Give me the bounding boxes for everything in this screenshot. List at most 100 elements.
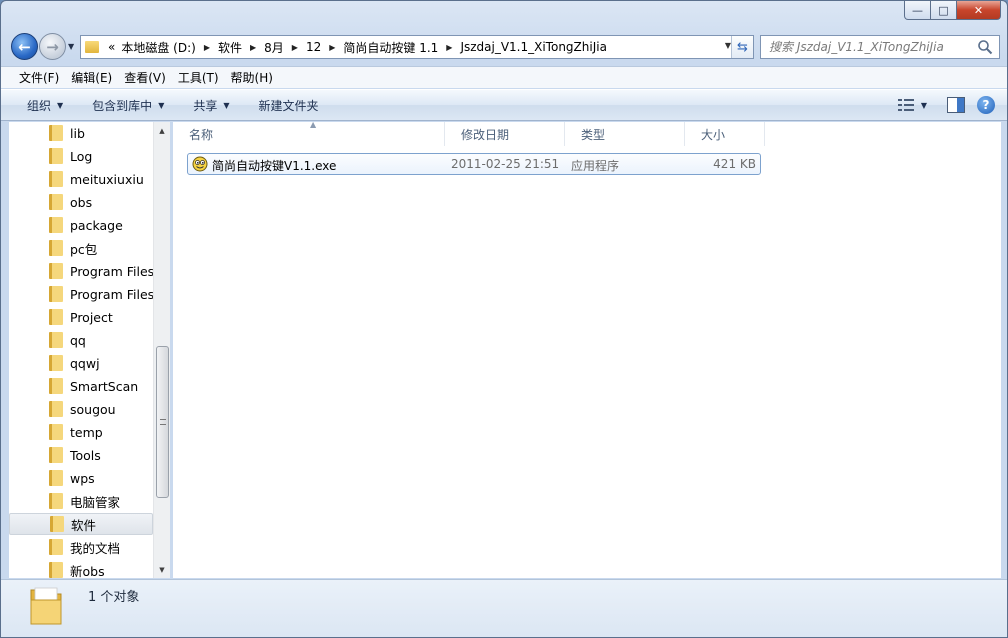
tree-item[interactable]: SmartScan <box>9 375 153 397</box>
organize-button[interactable]: 组织 ▼ <box>18 93 72 117</box>
folder-icon <box>49 217 63 233</box>
preview-pane-icon[interactable] <box>947 97 965 113</box>
folder-icon <box>50 516 64 532</box>
column-header-name[interactable]: 名称 <box>173 122 445 146</box>
breadcrumb-item[interactable]: 12 <box>303 36 324 58</box>
column-header-label: 类型 <box>581 127 606 142</box>
tree-item[interactable]: sougou <box>9 398 153 420</box>
chevron-down-icon: ▼ <box>68 42 75 51</box>
explorer-window: — □ ✕ ← → ▼ « 本地磁盘 (D:) ▶ 软件 ▶ 8月 ▶ 12 ▶… <box>0 0 1008 638</box>
menu-tools[interactable]: 工具(T) <box>172 68 225 88</box>
help-icon[interactable]: ? <box>977 96 995 114</box>
include-in-library-button[interactable]: 包含到库中 ▼ <box>83 93 173 117</box>
tree-item-label: 我的文档 <box>70 540 121 556</box>
tree-item-label: Program Files <box>70 263 155 279</box>
refresh-button[interactable]: ⇆ <box>731 36 753 58</box>
chevron-right-icon[interactable]: ▶ <box>199 43 215 52</box>
breadcrumb-item[interactable]: 本地磁盘 (D:) <box>118 36 198 58</box>
tree-item-label: obs <box>70 194 93 210</box>
breadcrumb-item[interactable]: Jszdaj_V1.1_XiTongZhiJia <box>457 36 609 58</box>
arrow-right-icon: → <box>46 37 59 56</box>
view-options-dropdown[interactable]: ▼ <box>921 101 927 110</box>
menu-help[interactable]: 帮助(H) <box>225 68 279 88</box>
menu-view[interactable]: 查看(V) <box>118 68 172 88</box>
tree-item[interactable]: 新obs <box>9 559 153 578</box>
forward-button[interactable]: → <box>39 33 66 60</box>
tree-item[interactable]: qqwj <box>9 352 153 374</box>
folder-icon <box>49 562 63 578</box>
command-bar: 组织 ▼ 包含到库中 ▼ 共享 ▼ 新建文件夹 ▼ ? <box>1 89 1007 121</box>
tree-item-label: pc包 <box>70 241 98 257</box>
breadcrumb-item[interactable]: 简尚自动按键 1.1 <box>340 36 441 58</box>
tree-item-label: 电脑管家 <box>70 494 121 510</box>
address-row: ← → ▼ « 本地磁盘 (D:) ▶ 软件 ▶ 8月 ▶ 12 ▶ 简尚自动按… <box>9 33 1000 61</box>
include-in-library-label: 包含到库中 <box>92 98 153 113</box>
chevron-right-icon[interactable]: ▶ <box>324 43 340 52</box>
tree-item[interactable]: obs <box>9 191 153 213</box>
column-header-type[interactable]: 类型 <box>565 122 685 146</box>
tree-item-label: SmartScan <box>70 378 139 394</box>
column-header-modified[interactable]: 修改日期 <box>445 122 565 146</box>
scroll-thumb[interactable] <box>156 346 169 498</box>
folder-icon <box>49 493 63 509</box>
folder-icon <box>49 401 63 417</box>
new-folder-button[interactable]: 新建文件夹 <box>250 93 328 117</box>
share-button[interactable]: 共享 ▼ <box>184 93 238 117</box>
folder-icon <box>49 240 63 256</box>
tree-item-label: 新obs <box>70 563 105 579</box>
tree-item-label: Project <box>70 309 113 325</box>
file-list: ▲ 名称 修改日期 类型 大小 简尚自动按键V1.1.exe 2011-02-2… <box>173 120 1001 578</box>
breadcrumb-overflow[interactable]: « <box>105 36 118 58</box>
menu-edit[interactable]: 编辑(E) <box>65 68 118 88</box>
tree-item[interactable]: Project <box>9 306 153 328</box>
tree-item[interactable]: 电脑管家 <box>9 490 153 512</box>
scroll-up-button[interactable]: ▲ <box>154 122 170 139</box>
folder-icon <box>49 355 63 371</box>
tree-item[interactable]: package <box>9 214 153 236</box>
breadcrumb-item[interactable]: 软件 <box>215 36 245 58</box>
tree-item[interactable]: qq <box>9 329 153 351</box>
recent-pages-dropdown[interactable]: ▼ <box>68 42 74 51</box>
tree-item[interactable]: Program Files <box>9 283 154 305</box>
maximize-button[interactable]: □ <box>931 1 957 20</box>
folder-icon <box>49 447 63 463</box>
tree-item[interactable]: Log <box>9 145 153 167</box>
back-button[interactable]: ← <box>11 33 38 60</box>
chevron-right-icon[interactable]: ▶ <box>287 43 303 52</box>
tree-item[interactable]: pc包 <box>9 237 153 259</box>
close-button[interactable]: ✕ <box>957 1 1001 20</box>
tree-item[interactable]: wps <box>9 467 153 489</box>
search-input[interactable] <box>769 40 979 54</box>
nav-scrollbar[interactable]: ▲ ▼ <box>153 122 170 578</box>
scroll-down-button[interactable]: ▼ <box>154 561 170 578</box>
menu-bar: 文件(F) 编辑(E) 查看(V) 工具(T) 帮助(H) <box>1 66 1007 88</box>
minimize-button[interactable]: — <box>904 1 931 20</box>
table-row[interactable]: 简尚自动按键V1.1.exe 2011-02-25 21:51 应用程序 421… <box>187 153 761 175</box>
menu-file[interactable]: 文件(F) <box>13 68 65 88</box>
search-icon[interactable] <box>977 39 993 55</box>
tree-item[interactable]: lib <box>9 122 153 144</box>
tree-item[interactable]: Program Files <box>9 260 155 282</box>
new-folder-label: 新建文件夹 <box>258 98 319 113</box>
organize-label: 组织 <box>27 98 52 113</box>
chevron-right-icon[interactable]: ▶ <box>245 43 261 52</box>
search-box[interactable] <box>760 35 1000 59</box>
tree-item-selected[interactable]: 软件 <box>9 513 153 535</box>
tree-item[interactable]: temp <box>9 421 153 443</box>
tree-item-label: lib <box>70 125 85 141</box>
tree-item-label: package <box>70 217 123 233</box>
breadcrumb-item[interactable]: 8月 <box>261 36 287 58</box>
tree-item[interactable]: Tools <box>9 444 153 466</box>
address-bar[interactable]: « 本地磁盘 (D:) ▶ 软件 ▶ 8月 ▶ 12 ▶ 简尚自动按键 1.1 … <box>80 35 754 59</box>
file-size: 421 KB <box>713 157 756 171</box>
column-header-size[interactable]: 大小 <box>685 122 765 146</box>
folder-icon <box>49 194 63 210</box>
change-view-button[interactable] <box>891 94 921 116</box>
chevron-right-icon[interactable]: ▶ <box>441 43 457 52</box>
folder-icon <box>30 587 62 625</box>
folder-icon <box>49 470 63 486</box>
arrow-left-icon: ← <box>18 37 31 56</box>
tree-item[interactable]: 我的文档 <box>9 536 153 558</box>
folder-icon <box>49 332 63 348</box>
tree-item[interactable]: meituxiuxiu <box>9 168 153 190</box>
